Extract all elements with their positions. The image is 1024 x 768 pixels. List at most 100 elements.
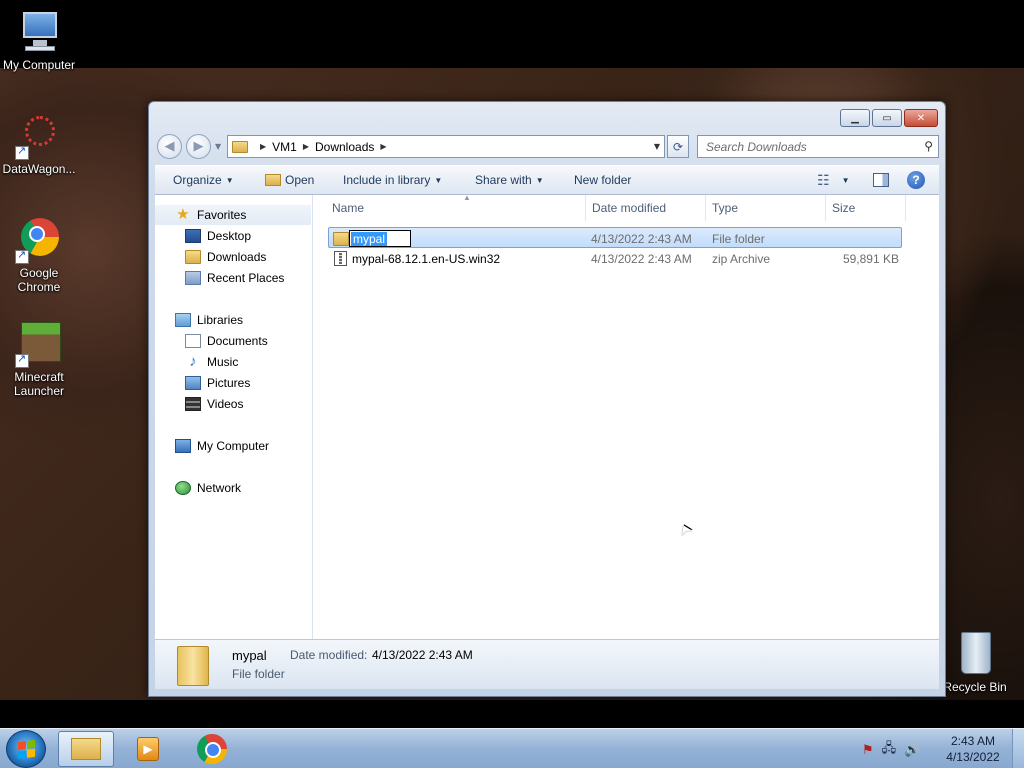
chrome-icon	[15, 216, 63, 264]
preview-pane-button[interactable]	[873, 173, 889, 187]
shortcut-arrow-icon	[15, 248, 29, 264]
nav-libraries[interactable]: Libraries	[175, 310, 243, 330]
change-view-button[interactable]: ☷ ▼	[817, 172, 849, 189]
desktop-icon-minecraft-launcher[interactable]: Minecraft Launcher	[0, 320, 78, 398]
taskbar: ▶ ⚑ 🖧 🔊 2:43 AM 4/13/2022	[0, 728, 1024, 768]
taskbar-google-chrome[interactable]	[184, 731, 240, 767]
share-with-label: Share with	[475, 173, 532, 187]
open-label: Open	[285, 173, 315, 187]
file-size: 59,891 KB	[842, 251, 899, 266]
pictures-icon	[185, 376, 201, 390]
refresh-button[interactable]: ⟳	[667, 135, 689, 158]
breadcrumb-arrow-icon[interactable]: ▶	[303, 142, 309, 151]
maximize-button[interactable]: ▭	[872, 109, 902, 127]
breadcrumb-vm1[interactable]: VM1	[272, 140, 297, 154]
window-controls: ▁ ▭ ✕	[840, 109, 938, 127]
nav-label: Documents	[207, 334, 268, 348]
back-arrow-icon: ◀	[164, 139, 175, 154]
desktop-icon-datawagon[interactable]: DataWagon...	[0, 112, 78, 176]
desktop-icon-label: My Computer	[2, 58, 76, 72]
documents-icon	[185, 334, 201, 348]
column-header-size[interactable]: Size	[826, 195, 906, 221]
nav-label: Downloads	[207, 250, 267, 264]
desktop-icon-recycle-bin[interactable]: Recycle Bin	[936, 630, 1014, 694]
clock[interactable]: 2:43 AM 4/13/2022	[940, 733, 1006, 765]
new-folder-button[interactable]: New folder	[574, 173, 631, 187]
search-icon[interactable]: ⚲	[924, 139, 933, 153]
media-player-icon: ▶	[137, 737, 159, 761]
nav-label: Favorites	[197, 208, 247, 222]
open-folder-icon	[265, 174, 281, 186]
search-input[interactable]: Search Downloads ⚲	[697, 135, 939, 158]
taskbar-windows-explorer[interactable]	[58, 731, 114, 767]
nav-label: Desktop	[207, 229, 252, 243]
open-button[interactable]: Open	[265, 173, 314, 187]
include-in-library-label: Include in library	[343, 173, 431, 187]
clock-time: 2:43 AM	[950, 734, 996, 748]
start-button[interactable]	[6, 730, 46, 768]
nav-label: Libraries	[197, 313, 244, 327]
back-button[interactable]: ◀	[157, 134, 182, 159]
windows-logo-icon	[17, 739, 35, 759]
recycle-bin-icon	[951, 630, 999, 678]
preview-pane-icon	[873, 173, 889, 187]
music-icon: ♪	[189, 353, 197, 370]
action-center-icon[interactable]: ⚑	[862, 743, 874, 758]
computer-icon	[175, 439, 191, 453]
forward-button[interactable]: ▶	[186, 134, 211, 159]
nav-network[interactable]: Network	[175, 478, 241, 498]
desktop-icon	[185, 229, 201, 243]
file-row[interactable]: mypal-68.12.1.en-US.win32 4/13/2022 2:43…	[328, 248, 902, 269]
network-status-icon[interactable]: 🖧	[882, 739, 897, 761]
details-date-label: Date modified:	[290, 648, 368, 662]
recent-pages-dropdown[interactable]: ▼	[215, 142, 221, 151]
address-dropdown-icon[interactable]: ▼	[654, 142, 660, 151]
desktop-icon-google-chrome[interactable]: Google Chrome	[0, 216, 78, 294]
nav-item-videos[interactable]: Videos	[185, 394, 243, 414]
help-button[interactable]: ?	[907, 171, 925, 189]
content-area: ★ Favorites Desktop Downloads Recent Pla…	[155, 193, 939, 639]
volume-icon[interactable]: 🔊	[904, 743, 920, 758]
explorer-window: ▁ ▭ ✕ ◀ ▶ ▼ ▶ VM1 ▶ Downloads ▶ ▼ ⟳ Sear…	[148, 101, 946, 697]
column-label: Name	[332, 201, 365, 215]
nav-favorites[interactable]: ★ Favorites	[155, 205, 311, 225]
nav-item-downloads[interactable]: Downloads	[185, 247, 266, 267]
dropdown-arrow-icon: ▼	[535, 175, 544, 185]
nav-my-computer[interactable]: My Computer	[175, 436, 269, 456]
column-header-date-modified[interactable]: Date modified	[586, 195, 706, 221]
column-label: Date modified	[592, 201, 667, 215]
include-in-library-button[interactable]: Include in library ▼	[343, 173, 442, 187]
file-row[interactable]: mypal 4/13/2022 2:43 AM File folder	[328, 227, 902, 248]
new-folder-label: New folder	[574, 173, 632, 187]
show-desktop-button[interactable]	[1012, 729, 1024, 768]
nav-item-music[interactable]: ♪ Music	[185, 352, 238, 372]
desktop-icon-my-computer[interactable]: My Computer	[0, 8, 78, 72]
organize-button[interactable]: Organize ▼	[173, 173, 234, 187]
nav-label: Pictures	[207, 376, 251, 390]
breadcrumb-arrow-icon[interactable]: ▶	[260, 142, 266, 151]
nav-item-pictures[interactable]: Pictures	[185, 373, 250, 393]
help-icon: ?	[907, 171, 925, 189]
star-icon: ★	[176, 206, 190, 223]
nav-label: Videos	[207, 397, 244, 411]
close-button[interactable]: ✕	[904, 109, 938, 127]
nav-item-documents[interactable]: Documents	[185, 331, 268, 351]
share-with-button[interactable]: Share with ▼	[475, 173, 544, 187]
zip-archive-icon	[334, 248, 347, 269]
details-pane: mypal File folder Date modified: 4/13/20…	[155, 639, 939, 689]
nav-item-desktop[interactable]: Desktop	[185, 226, 251, 246]
address-bar[interactable]: ▶ VM1 ▶ Downloads ▶ ▼	[227, 135, 665, 158]
taskbar-media-player[interactable]: ▶	[120, 731, 176, 767]
column-header-type[interactable]: Type	[706, 195, 826, 221]
breadcrumb-arrow-icon[interactable]: ▶	[380, 142, 386, 151]
nav-item-recent-places[interactable]: Recent Places	[185, 268, 284, 288]
organize-label: Organize	[173, 173, 222, 187]
libraries-icon	[175, 313, 191, 327]
column-header-name[interactable]: Name ▲	[326, 193, 586, 221]
rename-input[interactable]: mypal	[349, 228, 411, 249]
file-name: mypal-68.12.1.en-US.win32	[352, 251, 501, 266]
breadcrumb-downloads[interactable]: Downloads	[315, 140, 374, 154]
navigation-row: ◀ ▶ ▼ ▶ VM1 ▶ Downloads ▶ ▼ ⟳ Search Dow…	[157, 133, 939, 159]
desktop-icon-label: Google Chrome	[17, 266, 61, 294]
minimize-button[interactable]: ▁	[840, 109, 870, 127]
